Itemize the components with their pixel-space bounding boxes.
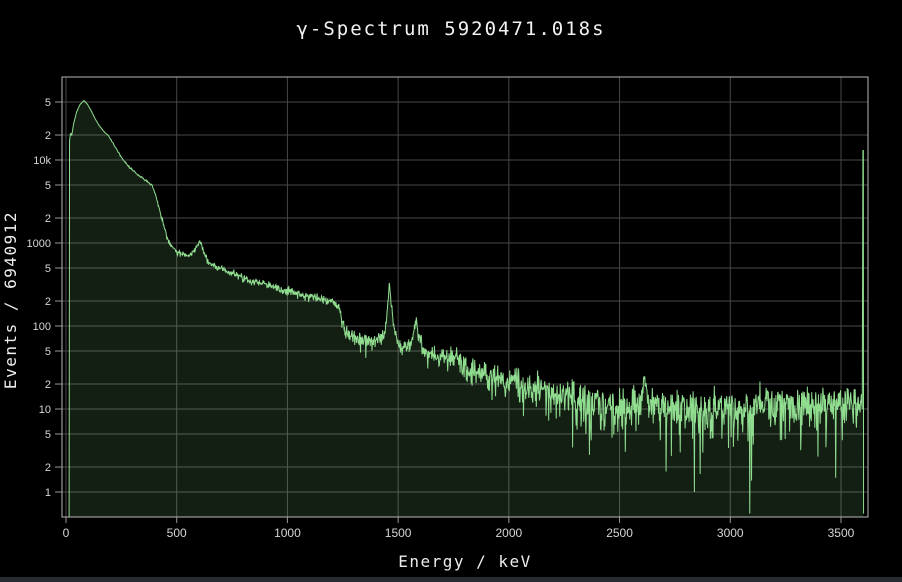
x-tick-label: 1000	[274, 526, 301, 540]
x-tick-label: 3000	[717, 526, 744, 540]
y-tick-label: 2	[45, 462, 51, 474]
y-tick-label: 2	[45, 296, 51, 308]
y-tick-label: 2	[45, 379, 51, 391]
y-tick-label: 1	[45, 487, 51, 499]
spectrum-fill-area	[69, 101, 863, 517]
y-tick-label: 5	[45, 429, 51, 441]
y-tick-label: 1000	[27, 238, 51, 250]
x-tick-label: 1500	[385, 526, 412, 540]
bottom-window-edge	[0, 577, 902, 582]
y-tick-label: 5	[45, 180, 51, 192]
x-tick-label: 3500	[828, 526, 855, 540]
y-axis-label: Events / 6940912	[1, 211, 20, 389]
y-tick-label: 2	[45, 130, 51, 142]
x-tick-label: 500	[167, 526, 187, 540]
y-tick-label: 5	[45, 263, 51, 275]
y-tick-label: 100	[33, 321, 51, 333]
spectrum-chart-svg: 5210k52100052100521052105001000150020002…	[0, 0, 902, 577]
gamma-spectrum-page: γ-Spectrum 5920471.018s 5210k52100052100…	[0, 0, 902, 582]
y-tick-label: 10	[39, 404, 51, 416]
x-tick-label: 2000	[495, 526, 522, 540]
x-tick-label: 2500	[606, 526, 633, 540]
y-tick-label: 5	[45, 346, 51, 358]
x-axis-label: Energy / keV	[398, 552, 532, 571]
y-tick-label: 10k	[33, 155, 51, 167]
y-tick-label: 2	[45, 213, 51, 225]
y-tick-label: 5	[45, 97, 51, 109]
x-tick-label: 0	[63, 526, 70, 540]
